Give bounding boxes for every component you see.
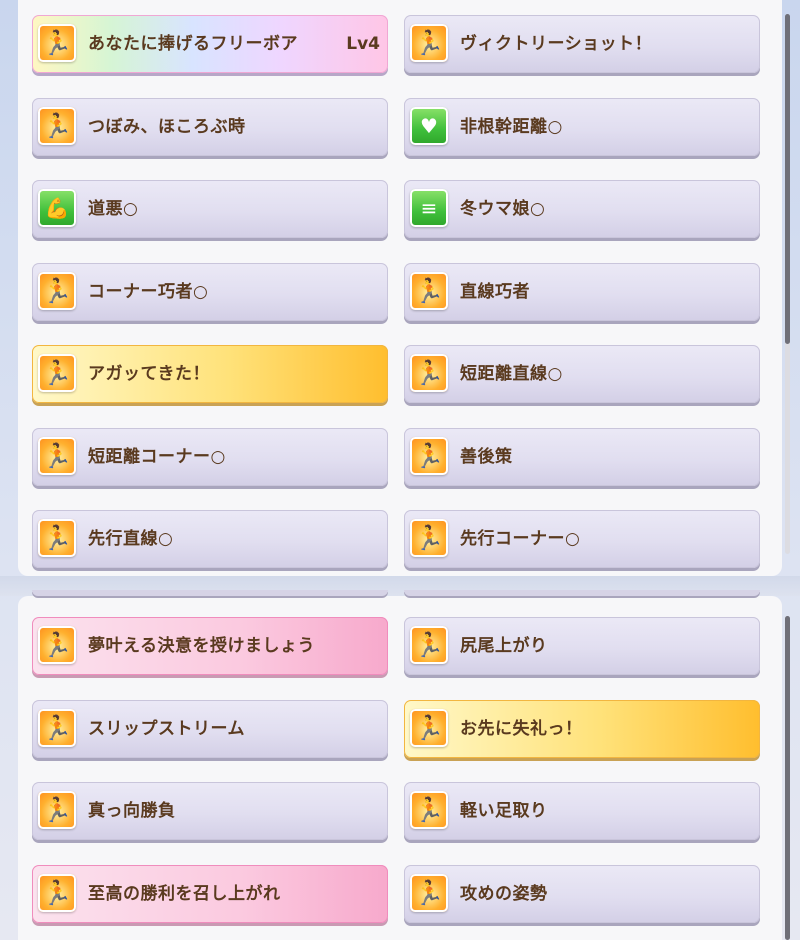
skill-card[interactable]: 🏃 お先に失礼っ！: [404, 700, 760, 758]
skill-label: あなたに捧げるフリーボア: [88, 34, 298, 54]
running-figure-icon: 🏃: [38, 272, 76, 310]
running-figure-icon: 🏃: [410, 709, 448, 747]
skill-label: 軽い足取り: [460, 801, 548, 821]
skill-label: 先行直線○: [88, 529, 174, 549]
skill-label: 冬ウマ娘○: [460, 199, 546, 219]
skill-label: 道悪○: [88, 199, 139, 219]
running-figure-icon: 🏃: [38, 437, 76, 475]
skill-card[interactable]: 🏃 善後策: [404, 428, 760, 486]
scrollbar-thumb[interactable]: [785, 14, 790, 344]
running-figure-icon: 🏃: [410, 626, 448, 664]
running-figure-icon: 🏃: [38, 354, 76, 392]
skill-label: 短距離コーナー○: [88, 447, 226, 467]
running-figure-icon: 🏃: [38, 626, 76, 664]
running-figure-icon: 🏃: [38, 709, 76, 747]
skill-card[interactable]: 🏃 直線巧者: [404, 263, 760, 321]
running-figure-icon: 🏃: [38, 24, 76, 62]
speed-lines-icon: ≡: [410, 189, 448, 227]
skill-label: スリップストリーム: [88, 719, 245, 739]
skill-card[interactable]: 🏃 短距離直線○: [404, 345, 760, 403]
skill-label: 直線巧者: [460, 282, 530, 302]
skill-label: 尻尾上がり: [460, 636, 548, 656]
skill-label: 攻めの姿勢: [460, 884, 548, 904]
skill-level: Lv4: [346, 34, 380, 54]
skill-label: ヴィクトリーショット！: [460, 34, 653, 54]
skill-card-partial: [32, 590, 388, 596]
running-figure-icon: 🏃: [38, 519, 76, 557]
running-figure-icon: 🏃: [410, 519, 448, 557]
running-figure-icon: 🏃: [38, 107, 76, 145]
skill-label: 短距離直線○: [460, 364, 563, 384]
skill-card[interactable]: 🏃 あなたに捧げるフリーボア Lv4: [32, 15, 388, 73]
skill-label: つぼみ、ほころぶ時: [88, 117, 246, 137]
skill-label: お先に失礼っ！: [460, 719, 583, 739]
skill-card[interactable]: 🏃 至高の勝利を召し上がれ: [32, 865, 388, 923]
heart-icon: ♥: [410, 107, 448, 145]
skill-card[interactable]: 🏃 尻尾上がり: [404, 617, 760, 675]
skill-card[interactable]: ♥ 非根幹距離○: [404, 98, 760, 156]
skill-card[interactable]: 🏃 短距離コーナー○: [32, 428, 388, 486]
skill-card[interactable]: 🏃 先行直線○: [32, 510, 388, 568]
skill-card[interactable]: 🏃 夢叶える決意を授けましょう: [32, 617, 388, 675]
running-figure-icon: 🏃: [38, 874, 76, 912]
skill-card[interactable]: ≡ 冬ウマ娘○: [404, 180, 760, 238]
skill-card[interactable]: 🏃 攻めの姿勢: [404, 865, 760, 923]
running-figure-icon: 🏃: [410, 272, 448, 310]
scrollbar-bottom[interactable]: [785, 616, 790, 940]
scrollbar-top[interactable]: [785, 14, 790, 554]
skill-label: 非根幹距離○: [460, 117, 563, 137]
skill-card[interactable]: 🏃 つぼみ、ほころぶ時: [32, 98, 388, 156]
skill-card-partial: [404, 590, 760, 596]
running-figure-icon: 🏃: [410, 791, 448, 829]
running-figure-icon: 🏃: [410, 24, 448, 62]
skill-label: 先行コーナー○: [460, 529, 581, 549]
skill-label: 夢叶える決意を授けましょう: [88, 636, 315, 656]
skill-card[interactable]: 💪 道悪○: [32, 180, 388, 238]
running-figure-icon: 🏃: [410, 437, 448, 475]
skill-card[interactable]: 🏃 スリップストリーム: [32, 700, 388, 758]
skill-card[interactable]: 🏃 ヴィクトリーショット！: [404, 15, 760, 73]
skill-card[interactable]: 🏃 コーナー巧者○: [32, 263, 388, 321]
running-figure-icon: 🏃: [410, 874, 448, 912]
skill-card[interactable]: 🏃 アガッてきた！: [32, 345, 388, 403]
running-figure-icon: 🏃: [38, 791, 76, 829]
skill-card[interactable]: 🏃 先行コーナー○: [404, 510, 760, 568]
muscle-arm-icon: 💪: [38, 189, 76, 227]
skill-label: 善後策: [460, 447, 513, 467]
skill-card[interactable]: 🏃 真っ向勝負: [32, 782, 388, 840]
skill-label: 真っ向勝負: [88, 801, 176, 821]
skill-label: アガッてきた！: [88, 364, 210, 384]
skill-card[interactable]: 🏃 軽い足取り: [404, 782, 760, 840]
scrollbar-thumb[interactable]: [785, 616, 790, 940]
skill-label: 至高の勝利を召し上がれ: [88, 884, 281, 904]
skill-label: コーナー巧者○: [88, 282, 209, 302]
running-figure-icon: 🏃: [410, 354, 448, 392]
